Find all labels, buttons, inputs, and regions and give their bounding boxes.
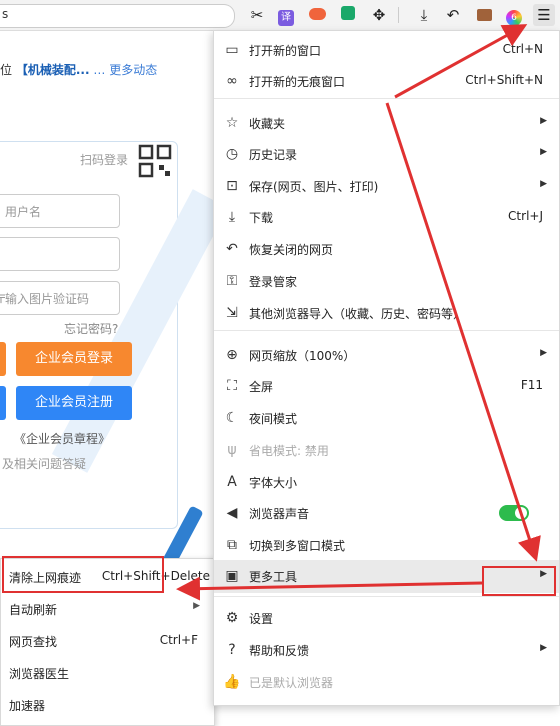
zoom-icon: ⊕ <box>226 347 238 363</box>
incognito-icon: ∞ <box>226 73 238 89</box>
import-icon: ⇲ <box>226 305 238 321</box>
member-charter-link[interactable]: 《企业会员章程》 <box>14 430 110 447</box>
menu-item-night-mode[interactable]: ☾ 夜间模式 <box>214 402 559 433</box>
captcha-input[interactable]: 〒 输入图片验证码 <box>0 281 120 315</box>
menu-item-favorites[interactable]: ☆ 收藏夹 ▶ <box>214 107 559 138</box>
address-bar[interactable]: s <box>0 4 235 28</box>
translate-icon[interactable]: 译 <box>276 6 296 26</box>
menu-item-zoom[interactable]: ⊕ 网页缩放（100%） ▶ <box>214 339 559 370</box>
news-title-link[interactable]: 【机械装配... <box>16 63 90 77</box>
qr-code-icon[interactable] <box>138 144 172 178</box>
game-icon[interactable] <box>307 6 327 24</box>
menu-item-help[interactable]: ? 帮助和反馈 ▶ <box>214 634 559 665</box>
menu-item-fullscreen[interactable]: ⛶ 全屏 F11 <box>214 370 559 401</box>
menu-item-import[interactable]: ⇲ 其他浏览器导入（收藏、历史、密码等） <box>214 297 559 328</box>
briefcase-icon[interactable] <box>474 6 494 24</box>
chevron-right-icon: ▶ <box>540 147 547 157</box>
menu-item-settings[interactable]: ⚙ 设置 <box>214 602 559 633</box>
member-register-button[interactable]: 企业会员注册 <box>16 386 132 420</box>
left-button-stub-orange <box>0 342 6 376</box>
menu-item-history[interactable]: ◷ 历史记录 ▶ <box>214 138 559 169</box>
scissors-icon[interactable]: ✂ <box>247 6 267 24</box>
key-icon: ⚿ <box>226 273 238 289</box>
thumbs-up-icon: 👍 <box>223 674 241 690</box>
more-news-link[interactable]: … 更多动态 <box>93 63 157 77</box>
auto-refresh-item[interactable]: 自动刷新 ▶ <box>1 593 214 625</box>
download-icon[interactable]: ⤓ <box>414 6 434 24</box>
menu-item-downloads[interactable]: ⤓ 下载 Ctrl+J <box>214 201 559 232</box>
fullscreen-icon: ⛶ <box>227 378 237 394</box>
menu-item-default-browser: 👍 已是默认浏览器 <box>223 674 334 690</box>
accelerator-item[interactable]: 加速器 <box>1 689 214 721</box>
menu-icon[interactable]: ☰ <box>533 4 555 26</box>
menu-item-browser-sound[interactable]: ◀ 浏览器声音 <box>214 497 559 528</box>
undo-icon[interactable]: ↶ <box>443 6 463 24</box>
toolbox-icon: ▣ <box>225 568 239 584</box>
extensions-icon[interactable]: ✥ <box>369 6 389 24</box>
browser-doctor-item[interactable]: 浏览器医生 <box>1 657 214 689</box>
download-icon: ⤓ <box>228 209 236 225</box>
speaker-icon: ◀ <box>226 505 238 521</box>
chevron-right-icon: ▶ <box>540 116 547 126</box>
clock-icon: ◷ <box>225 146 239 162</box>
menu-item-power-saving: ψ 省电模式: 禁用 <box>214 434 559 465</box>
menu-item-multi-window[interactable]: ⧉ 切换到多窗口模式 <box>214 529 559 560</box>
profile-icon[interactable]: 6 <box>504 6 524 26</box>
chevron-right-icon: ▶ <box>540 643 547 653</box>
browser-main-menu: ▭ 打开新的窗口 Ctrl+N ∞ 打开新的无痕窗口 Ctrl+Shift+N … <box>213 30 560 706</box>
star-list-icon: ☆ <box>225 115 239 131</box>
browser-toolbar: s ✂ 译 ✥ ⤓ ↶ 6 ☰ <box>0 0 560 31</box>
menu-item-new-incognito-window[interactable]: ∞ 打开新的无痕窗口 Ctrl+Shift+N <box>214 65 559 96</box>
highlight-more-tools-arrow <box>482 566 556 596</box>
menu-item-save[interactable]: ⊡ 保存(网页、图片、打印) ▶ <box>214 170 559 201</box>
multi-window-icon: ⧉ <box>227 537 237 553</box>
chevron-right-icon: ▶ <box>540 179 547 189</box>
chevron-right-icon: ▶ <box>193 601 200 611</box>
reader-icon[interactable] <box>338 6 358 24</box>
moon-icon: ☾ <box>225 410 239 426</box>
forgot-password-link[interactable]: 忘记密码? <box>64 320 118 337</box>
menu-item-font-size[interactable]: A 字体大小 <box>214 466 559 497</box>
gear-icon: ⚙ <box>225 610 239 626</box>
power-saving-icon: ψ <box>227 442 237 458</box>
username-input[interactable]: 用户名 <box>0 194 120 228</box>
chevron-right-icon: ▶ <box>540 348 547 358</box>
password-input[interactable] <box>0 237 120 271</box>
menu-item-new-window[interactable]: ▭ 打开新的窗口 Ctrl+N <box>214 34 559 65</box>
menu-item-password-manager[interactable]: ⚿ 登录管家 <box>214 265 559 296</box>
restore-icon: ↶ <box>226 241 238 257</box>
help-icon: ? <box>228 642 236 658</box>
faq-link[interactable]: 及相关问题答疑 <box>2 455 86 472</box>
save-icon: ⊡ <box>226 178 238 194</box>
window-icon: ▭ <box>225 42 239 58</box>
sound-toggle[interactable] <box>499 505 529 521</box>
scan-login-link[interactable]: 扫码登录 <box>80 151 128 168</box>
left-button-stub-blue <box>0 386 6 420</box>
menu-item-restore-closed[interactable]: ↶ 恢复关闭的网页 <box>214 233 559 264</box>
news-ticker: 位 【机械装配... … 更多动态 <box>0 63 158 77</box>
find-in-page-item[interactable]: 网页查找 Ctrl+F <box>1 625 214 657</box>
font-size-icon: A <box>227 474 237 490</box>
member-login-button[interactable]: 企业会员登录 <box>16 342 132 376</box>
highlight-clear-history <box>2 556 164 593</box>
